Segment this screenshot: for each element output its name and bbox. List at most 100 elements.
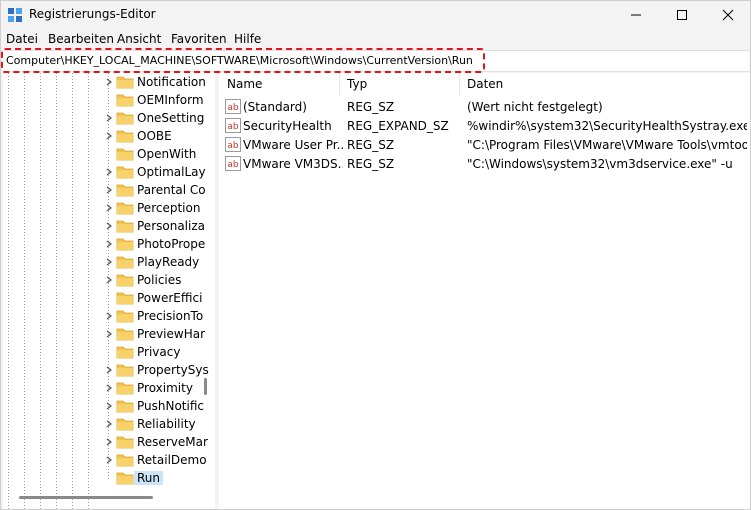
tree-item[interactable]: Perception	[104, 199, 214, 217]
tree-item[interactable]: PreviewHar	[104, 325, 214, 343]
folder-icon	[116, 310, 134, 323]
tree-item[interactable]: RetailDemo	[104, 451, 214, 469]
svg-text:ab: ab	[227, 103, 239, 113]
folder-icon	[116, 346, 134, 359]
chevron-right-icon[interactable]	[105, 330, 113, 338]
tree-item-label: OptimalLay	[137, 165, 206, 179]
menu-bearbeiten[interactable]: Bearbeiten	[48, 32, 114, 46]
address-path[interactable]: Computer\HKEY_LOCAL_MACHINE\SOFTWARE\Mic…	[6, 54, 473, 67]
chevron-right-icon[interactable]	[105, 78, 113, 86]
string-value-icon: ab	[225, 99, 241, 114]
value-type: REG_SZ	[347, 100, 395, 114]
column-header-type[interactable]: Typ	[347, 77, 367, 91]
tree-horizontal-scrollbar[interactable]	[19, 496, 153, 499]
key-tree-pane[interactable]: Notification OEMInform OneSetting OOBE OpenW…	[3, 73, 215, 509]
column-separator[interactable]	[459, 73, 460, 95]
chevron-right-icon[interactable]	[105, 204, 113, 212]
tree-item-label: PrecisionTo	[137, 309, 204, 323]
minimize-button[interactable]	[613, 1, 659, 29]
tree-item[interactable]: OneSetting	[104, 109, 214, 127]
tree-item-label: Perception	[137, 201, 201, 215]
tree-item[interactable]: PropertySys	[104, 361, 214, 379]
string-value-icon: ab	[225, 156, 241, 171]
tree-item-label: Run	[134, 471, 164, 485]
chevron-right-icon[interactable]	[105, 276, 113, 284]
tree-item[interactable]: PowerEffici	[104, 289, 214, 307]
tree-item[interactable]: Proximity	[104, 379, 214, 397]
tree-item-label: Parental Co	[137, 183, 206, 197]
chevron-right-icon[interactable]	[105, 402, 113, 410]
folder-icon	[116, 292, 134, 305]
title-bar[interactable]: Registrierungs-Editor	[1, 1, 750, 29]
tree-item-label: OneSetting	[137, 111, 205, 125]
tree-item[interactable]: Run	[104, 469, 214, 487]
tree-item[interactable]: Policies	[104, 271, 214, 289]
folder-icon	[116, 382, 134, 395]
tree-item[interactable]: Notification	[104, 73, 214, 91]
folder-icon	[116, 400, 134, 413]
value-data: "C:\Program Files\VMware\VMware Tools\vm…	[467, 138, 747, 152]
chevron-right-icon[interactable]	[105, 384, 113, 392]
tree-item[interactable]: PrecisionTo	[104, 307, 214, 325]
value-row[interactable]: ab (Standard) REG_SZ (Wert nicht festgelegt…	[219, 97, 750, 116]
maximize-button[interactable]	[659, 1, 705, 29]
chevron-right-icon[interactable]	[105, 114, 113, 122]
tree-item-label: PreviewHar	[137, 327, 206, 341]
chevron-right-icon[interactable]	[105, 456, 113, 464]
maximize-icon	[677, 10, 687, 20]
folder-icon	[116, 238, 134, 251]
folder-icon	[116, 148, 134, 161]
tree-item[interactable]: Reliability	[104, 415, 214, 433]
chevron-right-icon[interactable]	[105, 132, 113, 140]
tree-item-label: ReserveMar	[137, 435, 208, 449]
tree-item[interactable]: PlayReady	[104, 253, 214, 271]
chevron-right-icon[interactable]	[105, 438, 113, 446]
menu-hilfe[interactable]: Hilfe	[234, 32, 261, 46]
chevron-right-icon[interactable]	[105, 168, 113, 176]
value-data: "C:\Windows\system32\vm3dservice.exe" -u	[467, 157, 733, 171]
value-row[interactable]: ab VMware User Pr... REG_SZ "C:\Program Fil…	[219, 135, 750, 154]
values-list-pane[interactable]: Name Typ Daten ab (Standard) REG_SZ (Wert n…	[219, 73, 750, 509]
chevron-right-icon[interactable]	[105, 258, 113, 266]
column-header-name[interactable]: Name	[227, 77, 262, 91]
close-icon	[722, 9, 734, 21]
value-row[interactable]: ab VMware VM3DS... REG_SZ "C:\Windows\syste…	[219, 154, 750, 173]
folder-icon	[116, 76, 134, 89]
folder-icon	[116, 184, 134, 197]
tree-item-label: PropertySys	[137, 363, 209, 377]
menu-ansicht[interactable]: Ansicht	[117, 32, 161, 46]
column-separator[interactable]	[339, 73, 340, 95]
chevron-right-icon[interactable]	[105, 312, 113, 320]
tree-item[interactable]: PhotoPrope	[104, 235, 214, 253]
tree-item[interactable]: Privacy	[104, 343, 214, 361]
menu-favoriten[interactable]: Favoriten	[171, 32, 227, 46]
tree-item[interactable]: Personaliza	[104, 217, 214, 235]
chevron-right-icon[interactable]	[105, 222, 113, 230]
value-type: REG_SZ	[347, 157, 395, 171]
tree-item[interactable]: OptimalLay	[104, 163, 214, 181]
value-row[interactable]: ab SecurityHealth REG_EXPAND_SZ %windir%\sy…	[219, 116, 750, 135]
value-name: SecurityHealth	[243, 119, 332, 133]
address-bar[interactable]: Computer\HKEY_LOCAL_MACHINE\SOFTWARE\Mic…	[3, 50, 749, 72]
folder-icon	[116, 220, 134, 233]
tree-item[interactable]: Parental Co	[104, 181, 214, 199]
tree-item[interactable]: OOBE	[104, 127, 214, 145]
minimize-icon	[631, 14, 641, 16]
tree-item[interactable]: ReserveMar	[104, 433, 214, 451]
folder-icon	[116, 130, 134, 143]
close-button[interactable]	[705, 1, 751, 29]
column-header-data[interactable]: Daten	[467, 77, 503, 91]
tree-item[interactable]: PushNotific	[104, 397, 214, 415]
tree-item[interactable]: OEMInform	[104, 91, 214, 109]
tree-vertical-scrollbar[interactable]	[204, 378, 207, 395]
tree-item[interactable]: OpenWith	[104, 145, 214, 163]
tree-item-label: PowerEffici	[137, 291, 203, 305]
window-title: Registrierungs-Editor	[29, 7, 156, 21]
menu-datei[interactable]: Datei	[6, 32, 38, 46]
tree-item-label: Reliability	[137, 417, 196, 431]
chevron-right-icon[interactable]	[105, 186, 113, 194]
chevron-right-icon[interactable]	[105, 240, 113, 248]
chevron-right-icon[interactable]	[105, 420, 113, 428]
tree-item-label: OEMInform	[137, 93, 204, 107]
chevron-right-icon[interactable]	[105, 366, 113, 374]
